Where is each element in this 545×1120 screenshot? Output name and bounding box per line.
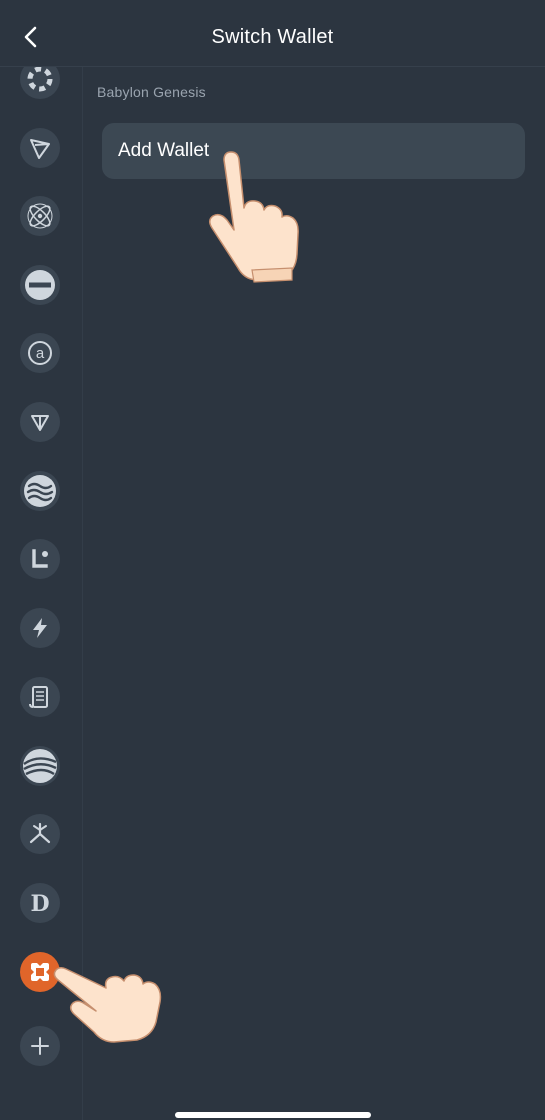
minus-circle-icon <box>25 270 55 300</box>
chain-item-lightning[interactable] <box>20 608 60 648</box>
chain-item-lisk[interactable] <box>20 539 60 579</box>
chain-item-at[interactable]: a <box>20 333 60 373</box>
scroll-icon <box>29 686 48 708</box>
lisk-icon <box>32 549 48 568</box>
chain-item-babylon[interactable] <box>20 952 60 992</box>
babylon-icon <box>31 963 49 981</box>
waves-icon <box>24 475 56 507</box>
chain-item-ton[interactable] <box>20 402 60 442</box>
page-title: Switch Wallet <box>211 26 334 48</box>
propeller-icon <box>29 822 51 844</box>
add-wallet-button[interactable]: Add Wallet <box>102 123 525 179</box>
home-indicator <box>175 1112 371 1118</box>
plus-icon <box>31 1037 49 1055</box>
cosmos-atom-icon <box>27 203 53 229</box>
chain-item-add[interactable] <box>20 1026 60 1066</box>
chain-item-cosmos[interactable] <box>20 196 60 236</box>
chain-item-minus[interactable] <box>20 265 60 305</box>
chain-item-polkadot[interactable] <box>20 67 60 99</box>
svg-text:a: a <box>36 345 45 362</box>
chain-sidebar: a D <box>0 67 83 1120</box>
add-wallet-label: Add Wallet <box>118 140 210 161</box>
chain-item-dogecoin[interactable]: D <box>20 883 60 923</box>
chain-item-waves[interactable] <box>20 471 60 511</box>
lightning-icon <box>33 618 47 638</box>
svg-text:D: D <box>30 891 49 917</box>
chain-item-scroll[interactable] <box>20 677 60 717</box>
chain-item-propeller[interactable] <box>20 814 60 854</box>
at-sign-icon: a <box>28 341 52 365</box>
polkadot-icon <box>27 67 53 92</box>
header-bar: Switch Wallet <box>0 0 545 67</box>
wallet-list-panel: Babylon Genesis Add Wallet <box>83 67 545 1120</box>
ton-triangle-icon <box>31 415 49 431</box>
chain-section-label: Babylon Genesis <box>97 84 206 100</box>
chain-item-tron[interactable] <box>20 128 60 168</box>
swoosh-icon <box>23 749 57 783</box>
chain-item-swoosh[interactable] <box>20 746 60 786</box>
dogecoin-d-icon: D <box>30 891 49 917</box>
tron-icon <box>30 139 50 159</box>
